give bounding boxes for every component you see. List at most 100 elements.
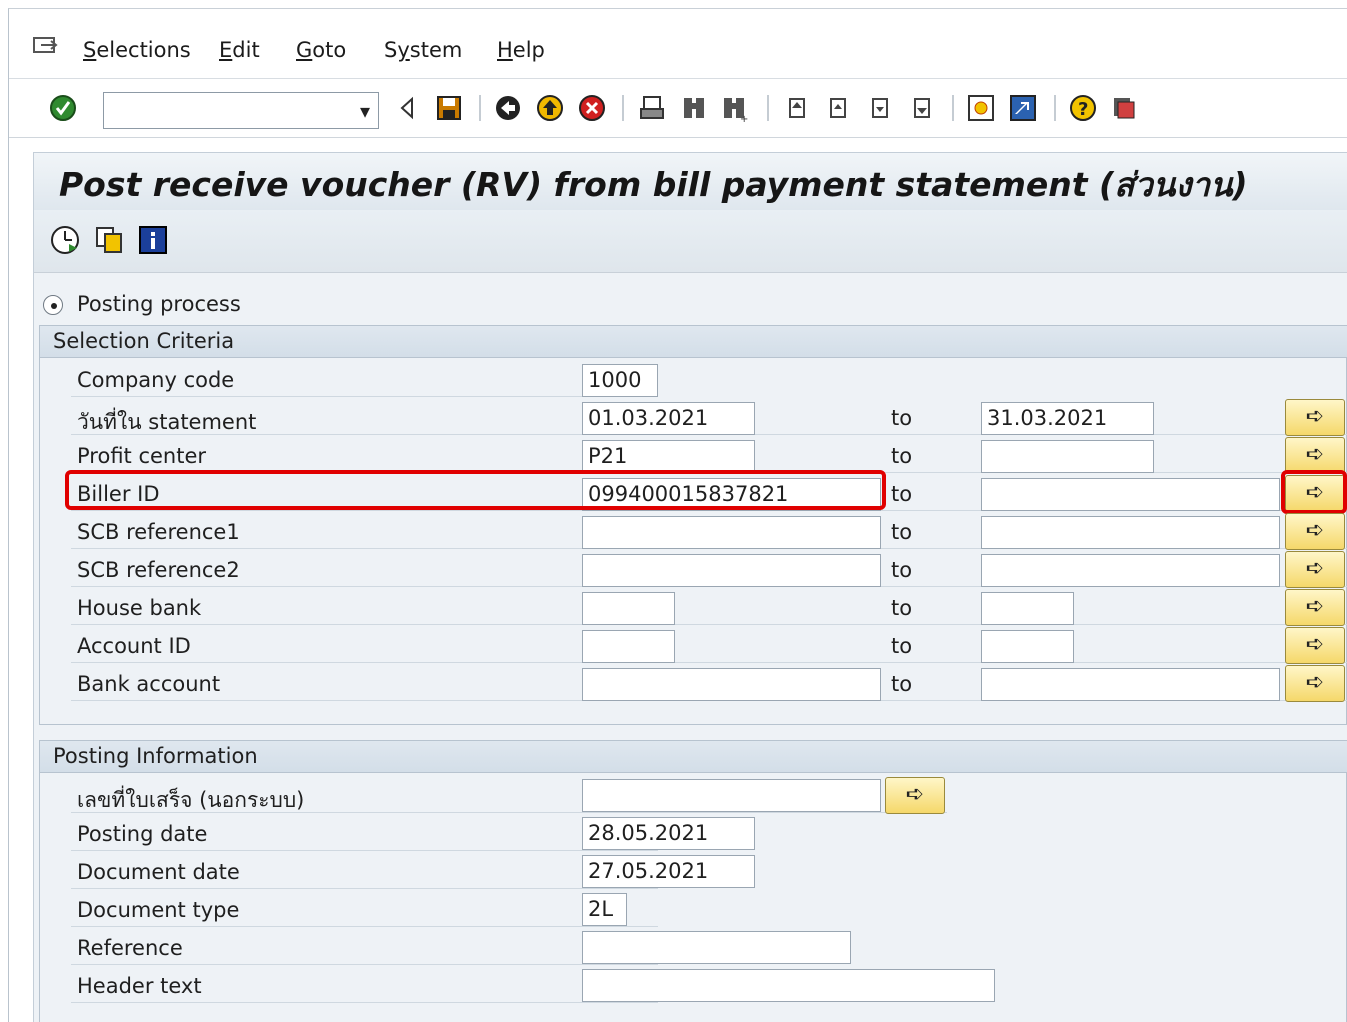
house-bank-from-input[interactable] — [582, 592, 675, 625]
row-divider — [71, 850, 658, 851]
arrow-right-icon: ➪ — [1305, 632, 1325, 657]
selection-criteria-header: Selection Criteria — [40, 326, 1347, 358]
profit-center-label: Profit center — [77, 444, 207, 468]
profit-center-to-input[interactable] — [981, 440, 1154, 473]
menu-icon[interactable] — [33, 36, 59, 58]
statement-date-to-input[interactable]: 31.03.2021 — [981, 402, 1154, 435]
arrow-right-icon: ➪ — [905, 782, 925, 807]
scb-reference2-multiple-selection-button[interactable]: ➪ — [1285, 551, 1345, 588]
posting-date-input[interactable]: 28.05.2021 — [582, 817, 755, 850]
help-icon[interactable]: ? — [1068, 93, 1098, 123]
account-id-to-input[interactable] — [981, 630, 1074, 663]
menu-bar — [9, 9, 1347, 79]
shortcut-icon[interactable] — [1008, 93, 1038, 123]
row-divider — [71, 926, 658, 927]
arrow-right-icon: ➪ — [1305, 404, 1325, 429]
menu-edit[interactable]: Edit — [219, 38, 260, 62]
find-next-icon[interactable]: + — [720, 93, 750, 125]
to-label: to — [891, 672, 913, 696]
biller-id-button-highlight — [1281, 470, 1347, 514]
menu-edit-label: Edit — [219, 38, 260, 62]
profit-center-from-input[interactable]: P21 — [582, 440, 755, 473]
bank-account-to-input[interactable] — [981, 668, 1280, 701]
command-field[interactable]: ▾ — [103, 92, 379, 129]
get-variant-icon[interactable] — [93, 224, 125, 256]
house-bank-multiple-selection-button[interactable]: ➪ — [1285, 589, 1345, 626]
svg-text:?: ? — [1078, 99, 1088, 120]
execute-icon[interactable] — [49, 224, 81, 256]
posting-date-label: Posting date — [77, 822, 208, 846]
arrow-right-icon: ➪ — [1305, 594, 1325, 619]
exit-icon[interactable] — [535, 93, 565, 123]
back-green-icon[interactable] — [493, 93, 523, 123]
enter-icon[interactable] — [48, 93, 78, 123]
find-icon[interactable] — [679, 93, 709, 123]
bank-account-label: Bank account — [77, 672, 221, 696]
account-id-multiple-selection-button[interactable]: ➪ — [1285, 627, 1345, 664]
radio-selected-dot — [51, 303, 57, 309]
menu-system-label: System — [384, 38, 463, 62]
bank-account-from-input[interactable] — [582, 668, 881, 701]
header-text-label: Header text — [77, 974, 202, 998]
toolbar-separator — [952, 95, 954, 121]
bank-account-multiple-selection-button[interactable]: ➪ — [1285, 665, 1345, 702]
arrow-right-icon: ➪ — [1305, 556, 1325, 581]
menu-help-label: Help — [497, 38, 545, 62]
cancel-icon[interactable] — [577, 93, 607, 123]
document-date-label: Document date — [77, 860, 240, 884]
scb-reference2-from-input[interactable] — [582, 554, 881, 587]
biller-id-highlight — [65, 470, 886, 510]
application-toolbar — [33, 210, 1347, 273]
scb-reference1-from-input[interactable] — [582, 516, 881, 549]
house-bank-label: House bank — [77, 596, 202, 620]
receipt-number-input[interactable] — [582, 779, 881, 812]
scb-reference1-to-input[interactable] — [981, 516, 1280, 549]
to-label: to — [891, 558, 913, 582]
create-session-icon[interactable] — [966, 93, 996, 123]
to-label: to — [891, 520, 913, 544]
posting-process-radio[interactable] — [43, 295, 63, 315]
statement-date-multiple-selection-button[interactable]: ➪ — [1285, 399, 1345, 436]
company-code-input[interactable]: 1000 — [582, 364, 658, 397]
information-icon[interactable] — [137, 224, 169, 256]
next-page-icon[interactable] — [865, 93, 895, 123]
print-icon[interactable] — [637, 93, 667, 123]
receipt-number-multiple-selection-button[interactable]: ➪ — [885, 777, 945, 814]
save-icon[interactable] — [434, 93, 464, 123]
row-divider — [71, 662, 1347, 663]
biller-id-to-input[interactable] — [981, 478, 1280, 511]
header-text-input[interactable] — [582, 969, 995, 1002]
selection-criteria-title: Selection Criteria — [53, 329, 235, 353]
document-date-input[interactable]: 27.05.2021 — [582, 855, 755, 888]
menu-goto-label: Goto — [296, 38, 347, 62]
first-page-icon[interactable] — [782, 93, 812, 123]
scb-reference2-to-input[interactable] — [981, 554, 1280, 587]
house-bank-to-input[interactable] — [981, 592, 1074, 625]
statement-date-from-input[interactable]: 01.03.2021 — [582, 402, 755, 435]
row-divider — [71, 888, 658, 889]
document-type-input[interactable]: 2L — [582, 893, 627, 926]
account-id-from-input[interactable] — [582, 630, 675, 663]
posting-process-label: Posting process — [77, 292, 241, 316]
profit-center-multiple-selection-button[interactable]: ➪ — [1285, 437, 1345, 474]
menu-goto[interactable]: Goto — [296, 38, 346, 62]
arrow-right-icon: ➪ — [1305, 518, 1325, 543]
toolbar-separator — [479, 95, 481, 121]
back-icon[interactable] — [392, 93, 422, 123]
reference-input[interactable] — [582, 931, 851, 964]
to-label: to — [891, 634, 913, 658]
account-id-label: Account ID — [77, 634, 191, 658]
previous-page-icon[interactable] — [823, 93, 853, 123]
svg-text:+: + — [740, 114, 748, 123]
menu-system[interactable]: System — [384, 38, 462, 62]
menu-selections-label: Selections — [83, 38, 191, 62]
menu-selections[interactable]: Selections — [83, 38, 191, 62]
receipt-number-label: เลขที่ใบเสร็จ (นอกระบบ) — [77, 788, 305, 812]
toolbar-separator — [622, 95, 624, 121]
last-page-icon[interactable] — [907, 93, 937, 123]
chevron-down-icon[interactable]: ▾ — [360, 99, 370, 123]
customize-layout-icon[interactable] — [1109, 93, 1139, 123]
scb-reference1-multiple-selection-button[interactable]: ➪ — [1285, 513, 1345, 550]
menu-help[interactable]: Help — [497, 38, 545, 62]
statement-date-label: วันที่ใน statement — [77, 410, 257, 434]
